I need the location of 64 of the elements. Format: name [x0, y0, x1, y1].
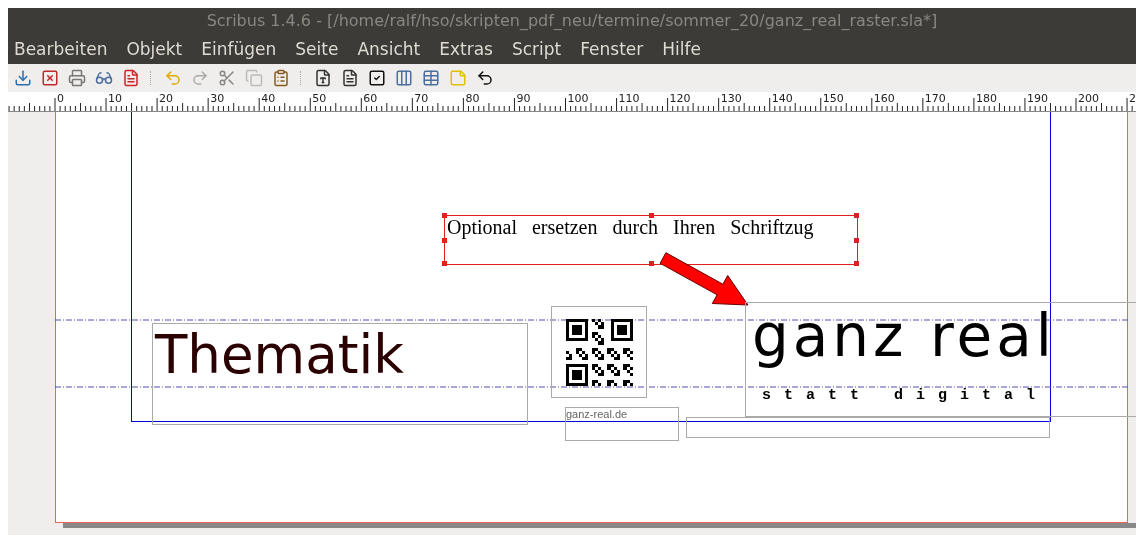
logo-tagline: statt digital [761, 387, 1050, 404]
text-frame[interactable]: Thematik [152, 323, 528, 425]
ruler-label: 200 [1078, 93, 1099, 104]
menu-item[interactable]: Einfügen [201, 38, 277, 59]
frame-text: Optional ersetzen durch Ihren Schriftzug [447, 216, 815, 239]
form-button-icon[interactable] [313, 68, 332, 88]
resize-handle[interactable] [649, 213, 654, 218]
text-field-icon[interactable] [340, 68, 359, 88]
ruler-label: 140 [771, 93, 793, 104]
ruler-label: 190 [1026, 93, 1048, 104]
menu-item[interactable]: Ansicht [357, 38, 421, 59]
menu-item[interactable]: Seite [295, 38, 339, 59]
text-frame[interactable]: Optional ersetzen durch Ihren Schriftzug [444, 215, 858, 265]
resize-handle[interactable] [854, 213, 859, 218]
resize-handle[interactable] [649, 261, 654, 266]
ruler-label: 150 [822, 93, 844, 104]
text-frame[interactable]: ganz-real.de [565, 407, 679, 441]
logo-frame[interactable]: ganz real statt digital [745, 302, 1136, 417]
close-document-icon[interactable] [40, 68, 59, 88]
ruler-label: 2 [1129, 93, 1136, 104]
empty-frame[interactable] [686, 417, 1050, 438]
menu-item[interactable]: Hilfe [662, 38, 701, 59]
clipboard-icon[interactable] [271, 68, 290, 88]
list-box-icon[interactable] [421, 68, 440, 88]
ruler-label: 20 [159, 93, 174, 104]
ruler-label: 100 [567, 93, 589, 104]
menu-item[interactable]: Objekt [126, 38, 183, 59]
redo-icon[interactable] [190, 68, 209, 88]
resize-handle[interactable] [854, 261, 859, 266]
ruler-label: 70 [414, 93, 429, 104]
ruler-label: 30 [210, 93, 225, 104]
pdf-icon[interactable] [121, 68, 140, 88]
ruler-label: 10 [108, 93, 123, 104]
resize-handle[interactable] [854, 238, 859, 243]
qr-code [566, 319, 633, 386]
menu-item[interactable]: Extras [439, 38, 493, 59]
ruler-label: 80 [465, 93, 480, 104]
url-text: ganz-real.de [566, 408, 629, 420]
resize-handle[interactable] [442, 213, 447, 218]
resize-handle[interactable] [442, 238, 447, 243]
checkbox-icon[interactable] [367, 68, 386, 88]
resize-handle[interactable] [442, 261, 447, 266]
ruler-label: 110 [618, 93, 640, 104]
heading-text: Thematik [153, 324, 405, 386]
ruler-label: 160 [873, 93, 895, 104]
menu-item[interactable]: Bearbeiten [14, 38, 108, 59]
menu-item[interactable]: Script [511, 38, 562, 59]
ruler-label: 180 [975, 93, 997, 104]
ruler-label: 130 [720, 93, 742, 104]
ruler-label: 0 [57, 93, 64, 104]
ruler-label: 50 [312, 93, 327, 104]
image-frame[interactable] [551, 306, 647, 398]
ruler-label: 120 [669, 93, 691, 104]
ruler-label: 170 [924, 93, 946, 104]
combo-box-icon[interactable] [394, 68, 413, 88]
printer-icon[interactable] [67, 68, 86, 88]
import-icon[interactable] [13, 68, 32, 88]
ruler-label: 60 [363, 93, 378, 104]
window-title: Scribus 1.4.6 - [/home/ralf/hso/skripten_pdf_neu/termine/sommer_20/ganz_real_raster.sla*] [206, 11, 938, 30]
scissors-icon[interactable] [217, 68, 236, 88]
menu-item[interactable]: Fenster [580, 38, 644, 59]
logo-title: ganz real [751, 303, 1057, 369]
ruler-label: 40 [261, 93, 276, 104]
ruler-label: 90 [516, 93, 531, 104]
